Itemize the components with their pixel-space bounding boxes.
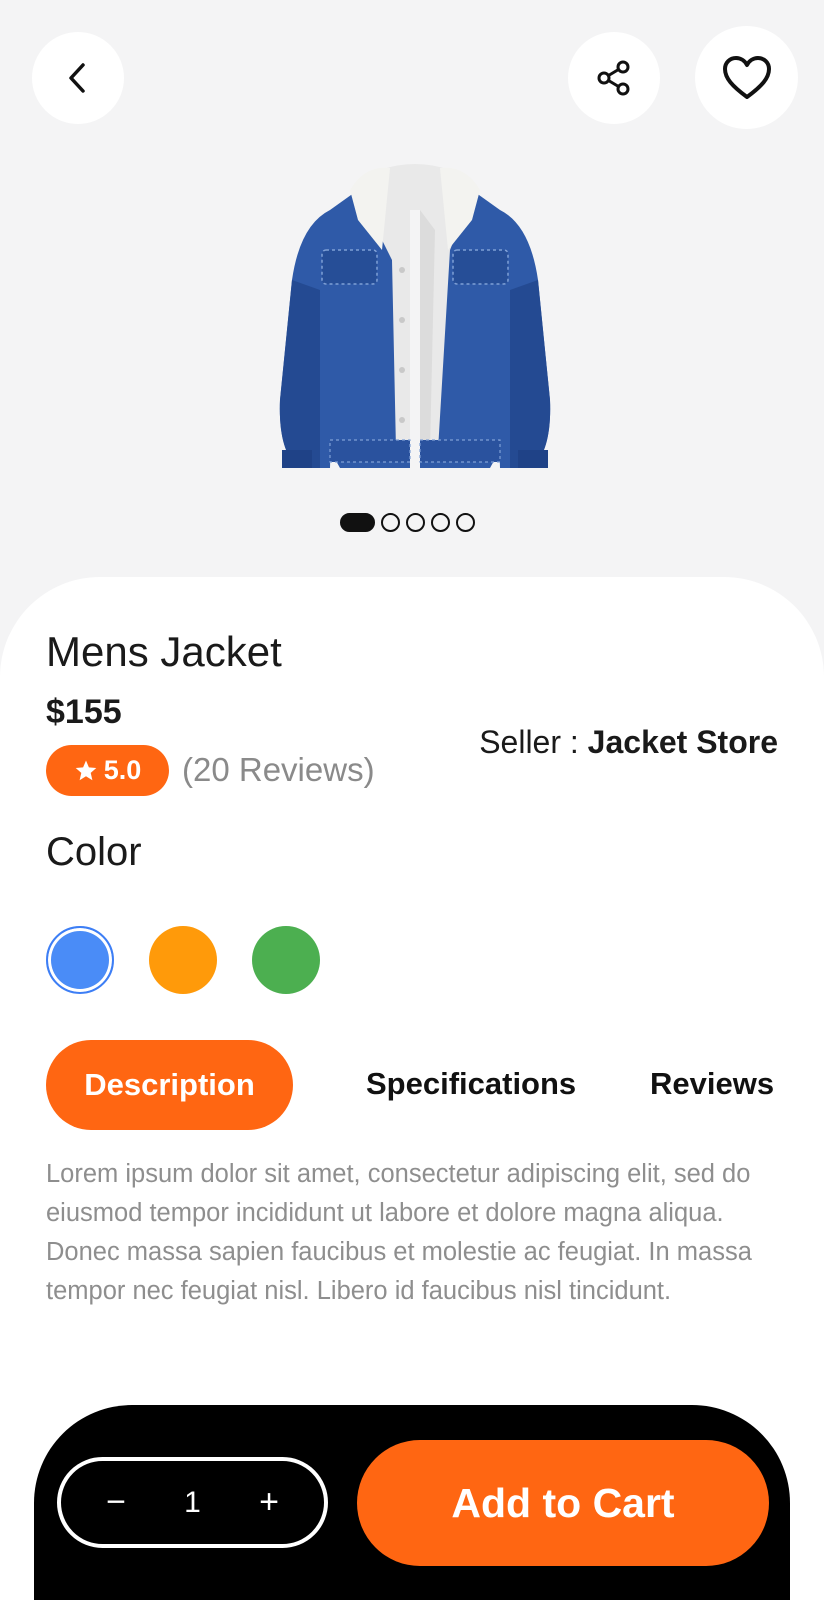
seller-info[interactable]: Seller : Jacket Store: [479, 724, 778, 761]
color-swatch-orange[interactable]: [149, 926, 217, 994]
seller-label: Seller :: [479, 724, 588, 760]
back-button[interactable]: [32, 32, 124, 124]
favorite-button[interactable]: [695, 26, 798, 129]
color-swatch-green[interactable]: [252, 926, 320, 994]
heart-icon: [722, 55, 771, 99]
color-heading: Color: [46, 830, 142, 874]
seller-name: Jacket Store: [587, 724, 778, 760]
share-icon: [597, 60, 630, 96]
increase-button[interactable]: +: [252, 1483, 286, 1522]
add-to-cart-button[interactable]: Add to Cart: [357, 1440, 769, 1566]
rating-badge: 5.0: [46, 745, 169, 796]
carousel-dot[interactable]: [431, 512, 450, 532]
star-icon: [75, 760, 97, 780]
product-title: Mens Jacket: [46, 628, 282, 675]
rating-value: 5.0: [103, 755, 142, 785]
quantity-value: 1: [184, 1485, 201, 1519]
carousel-indicator[interactable]: [340, 512, 475, 532]
color-swatch-blue[interactable]: [46, 926, 114, 994]
product-price: $155: [46, 693, 122, 731]
product-image: [279, 164, 551, 468]
carousel-dot[interactable]: [381, 512, 400, 532]
carousel-dot[interactable]: [406, 512, 425, 532]
quantity-stepper: − 1 +: [57, 1457, 328, 1548]
tab-specifications[interactable]: Specifications: [366, 1066, 576, 1102]
decrease-button[interactable]: −: [99, 1483, 133, 1522]
share-button[interactable]: [568, 32, 660, 124]
tab-description[interactable]: Description: [46, 1040, 293, 1130]
reviews-count[interactable]: (20 Reviews): [182, 751, 375, 789]
carousel-dot[interactable]: [456, 512, 475, 532]
tab-reviews[interactable]: Reviews: [650, 1066, 774, 1102]
carousel-dot[interactable]: [340, 512, 375, 532]
description-text: Lorem ipsum dolor sit amet, consectetur …: [46, 1160, 752, 1305]
chevron-left-icon: [69, 63, 85, 93]
